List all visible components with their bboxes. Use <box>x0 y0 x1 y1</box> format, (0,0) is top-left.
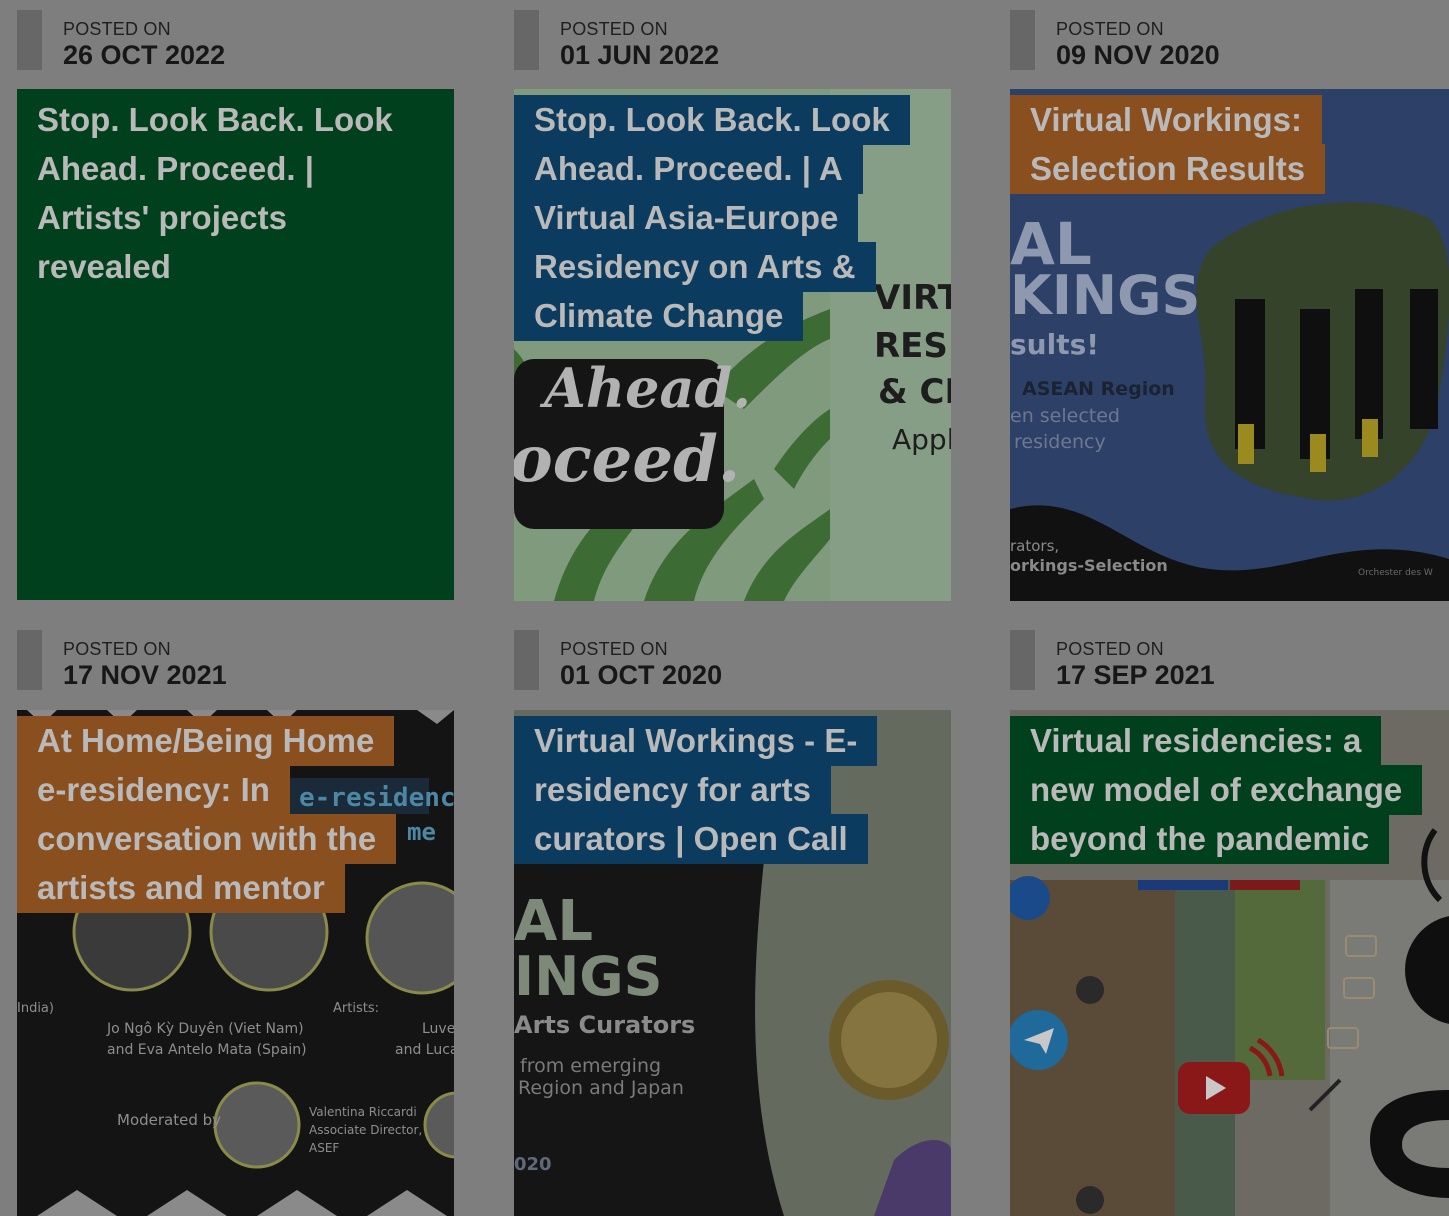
image-text: KINGS <box>1010 264 1200 327</box>
post-title-line[interactable]: Residency on Arts & <box>514 242 876 292</box>
image-text: Luve <box>422 1021 454 1037</box>
image-text: INGS <box>514 945 663 1008</box>
image-text: ASEAN Region <box>1022 378 1175 400</box>
image-text: Apply <box>892 423 951 456</box>
post-thumbnail[interactable]: e-residency me India) Jo Ngô Kỳ Duyên (V… <box>17 710 454 1216</box>
post-title[interactable]: Virtual Workings - E- residency for arts… <box>514 716 951 864</box>
post-title-line[interactable]: Stop. Look Back. Look <box>17 95 413 145</box>
post-thumbnail[interactable]: Stop. Look Back. Look Ahead. Proceed. | … <box>17 89 454 600</box>
image-text: 020 <box>514 1154 552 1175</box>
image-text: from emerging <box>520 1055 661 1077</box>
image-text: en selected <box>1010 405 1120 427</box>
image-text: rators, <box>1010 537 1059 555</box>
post-title-line[interactable]: residency for arts <box>514 765 831 815</box>
post-title-line[interactable]: artists and mentor <box>17 863 345 913</box>
image-text: Jo Ngô Kỳ Duyên (Viet Nam) <box>106 1021 304 1037</box>
post-meta: POSTED ON 17 NOV 2021 <box>17 620 454 690</box>
post-title-line[interactable]: Virtual Workings - E- <box>514 716 878 766</box>
post-card[interactable]: POSTED ON 09 NOV 2020 AL KINGS sults! AS… <box>1010 0 1449 601</box>
post-date: 26 OCT 2022 <box>63 40 226 70</box>
post-title-line[interactable]: beyond the pandemic <box>1010 814 1390 864</box>
image-text: Arts Curators <box>514 1011 695 1039</box>
post-title-line[interactable]: conversation with the <box>17 814 397 864</box>
post-title[interactable]: Stop. Look Back. Look Ahead. Proceed. | … <box>17 95 454 291</box>
post-card[interactable]: POSTED ON 17 NOV 2021 e-residency me Ind… <box>17 620 454 1216</box>
meta-accent-bar <box>1010 10 1035 70</box>
post-title-line[interactable]: Virtual residencies: a <box>1010 716 1382 766</box>
post-date: 17 NOV 2021 <box>63 660 227 690</box>
meta-accent-bar <box>1010 630 1035 690</box>
post-title[interactable]: Virtual residencies: a new model of exch… <box>1010 716 1449 864</box>
post-date: 17 SEP 2021 <box>1056 660 1215 690</box>
post-title-line[interactable]: Ahead. Proceed. | A <box>514 144 863 194</box>
image-text: India) <box>17 1001 54 1016</box>
post-title-line[interactable]: Artists' projects <box>17 193 307 243</box>
image-text: ASEF <box>309 1141 339 1155</box>
post-meta: POSTED ON 26 OCT 2022 <box>17 0 454 70</box>
post-thumbnail[interactable]: AL KINGS sults! ASEAN Region en selected… <box>1010 89 1449 601</box>
post-title-line[interactable]: revealed <box>17 242 191 292</box>
post-title-line[interactable]: Virtual Workings: <box>1010 95 1322 145</box>
post-card[interactable]: POSTED ON 01 JUN 2022 Ahead. oceed. VIRT… <box>514 0 951 601</box>
posted-on-label: POSTED ON <box>1056 19 1164 39</box>
image-text: sults! <box>1010 328 1099 361</box>
meta-accent-bar <box>514 10 539 70</box>
image-text: orkings-Selection <box>1010 556 1168 575</box>
image-text: and Luca <box>395 1042 454 1058</box>
image-text: & CLI <box>878 372 951 412</box>
post-date: 01 OCT 2020 <box>560 660 723 690</box>
posted-on-label: POSTED ON <box>63 19 171 39</box>
post-title[interactable]: At Home/Being Home e-residency: In conve… <box>17 716 454 913</box>
post-date: 01 JUN 2022 <box>560 40 720 70</box>
post-card[interactable]: POSTED ON 01 OCT 2020 AL INGS Arts Curat… <box>514 620 951 1216</box>
post-title-line[interactable]: e-residency: In <box>17 765 290 815</box>
image-text: Orchester des W <box>1358 568 1433 578</box>
post-title-line[interactable]: new model of exchange <box>1010 765 1423 815</box>
image-text: and Eva Antelo Mata (Spain) <box>107 1042 307 1058</box>
posted-on-label: POSTED ON <box>63 639 171 659</box>
post-date: 09 NOV 2020 <box>1056 40 1220 70</box>
post-title-line[interactable]: curators | Open Call <box>514 814 868 864</box>
post-title-line[interactable]: Ahead. Proceed. | <box>17 144 334 194</box>
post-meta: POSTED ON 09 NOV 2020 <box>1010 0 1447 70</box>
post-title-line[interactable]: Stop. Look Back. Look <box>514 95 910 145</box>
post-title-line[interactable]: Climate Change <box>514 291 804 341</box>
post-thumbnail[interactable]: Virtual residencies: a new model of exch… <box>1010 710 1449 1216</box>
posted-on-label: POSTED ON <box>560 19 668 39</box>
image-text: Associate Director, <box>309 1123 422 1137</box>
image-text: Region and Japan <box>518 1077 684 1099</box>
posted-on-label: POSTED ON <box>560 639 668 659</box>
post-meta: POSTED ON 01 OCT 2020 <box>514 620 951 690</box>
post-title-line[interactable]: Virtual Asia-Europe <box>514 193 859 243</box>
post-title[interactable]: Stop. Look Back. Look Ahead. Proceed. | … <box>514 95 951 341</box>
image-text: residency <box>1014 431 1106 453</box>
post-meta: POSTED ON 17 SEP 2021 <box>1010 620 1447 690</box>
image-text: Moderated by <box>117 1111 221 1129</box>
post-card[interactable]: POSTED ON 26 OCT 2022 Stop. Look Back. L… <box>17 0 454 601</box>
post-thumbnail[interactable]: AL INGS Arts Curators from emerging Regi… <box>514 710 951 1216</box>
post-title-line[interactable]: Selection Results <box>1010 144 1326 194</box>
meta-accent-bar <box>17 630 42 690</box>
post-title[interactable]: Virtual Workings: Selection Results <box>1010 95 1449 194</box>
post-card[interactable]: POSTED ON 17 SEP 2021 Virtual residencie… <box>1010 620 1449 1216</box>
meta-accent-bar <box>17 10 42 70</box>
image-text: Valentina Riccardi <box>309 1105 417 1119</box>
post-title-line[interactable]: At Home/Being Home <box>17 716 395 766</box>
image-text: Artists: <box>333 1001 379 1016</box>
post-thumbnail[interactable]: Ahead. oceed. VIRTU RESID & CLI Apply St… <box>514 89 951 601</box>
meta-accent-bar <box>514 630 539 690</box>
post-grid: POSTED ON 26 OCT 2022 Stop. Look Back. L… <box>0 0 1449 1216</box>
image-text: Ahead. <box>539 356 751 420</box>
posted-on-label: POSTED ON <box>1056 639 1164 659</box>
post-meta: POSTED ON 01 JUN 2022 <box>514 0 951 70</box>
image-text: oceed. <box>514 422 740 497</box>
